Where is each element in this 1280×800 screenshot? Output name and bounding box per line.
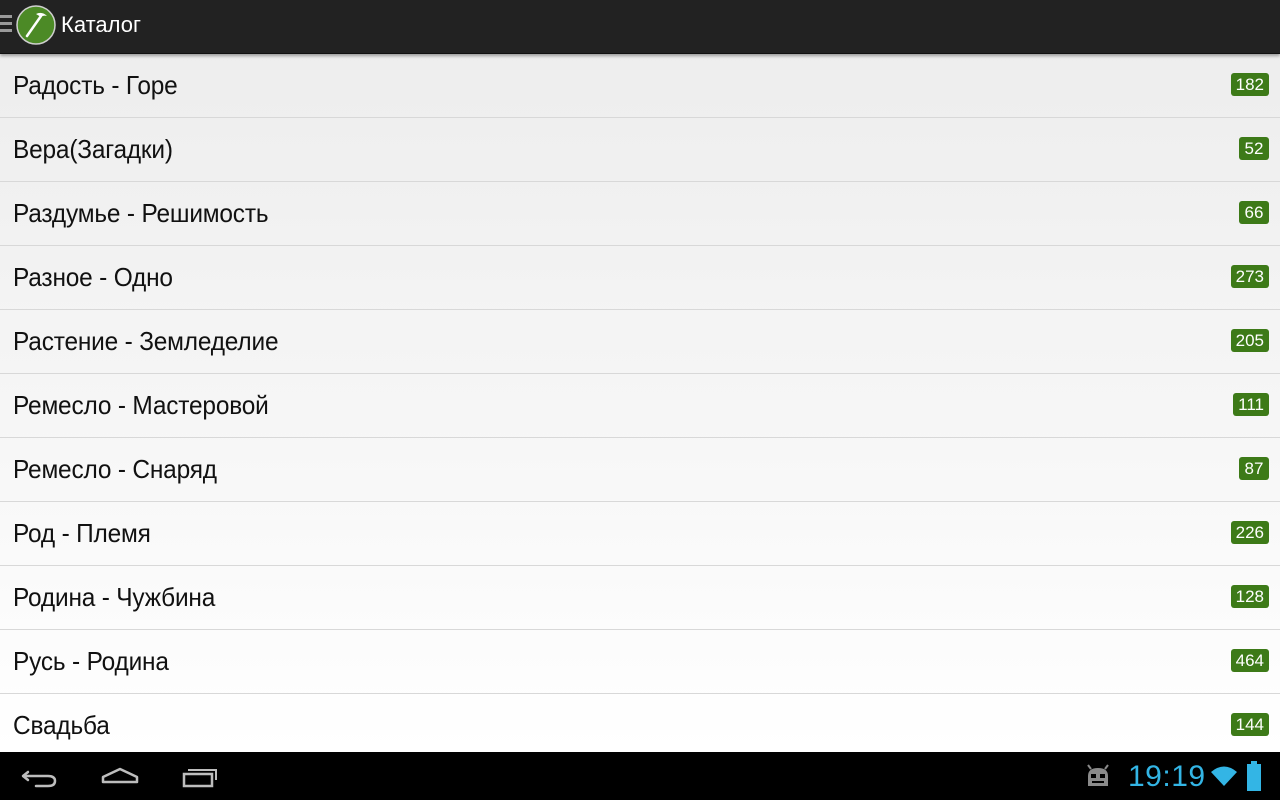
action-bar: Каталог <box>0 0 1280 54</box>
app-logo-icon[interactable] <box>16 5 56 45</box>
count-badge: 111 <box>1233 393 1269 416</box>
list-item[interactable]: Родина - Чужбина 128 <box>0 566 1280 630</box>
list-item-label: Радость - Горе <box>13 70 178 100</box>
list-item[interactable]: Раздумье - Решимость 66 <box>0 182 1280 246</box>
count-badge: 273 <box>1230 265 1269 288</box>
list-item-label: Разное - Одно <box>13 262 173 292</box>
wifi-icon <box>1211 766 1237 786</box>
system-navigation-bar: 19:19 <box>0 752 1280 800</box>
list-item-label: Свадьба <box>13 710 110 740</box>
list-item-label: Русь - Родина <box>13 646 169 676</box>
android-debug-icon <box>1087 764 1109 786</box>
list-item[interactable]: Разное - Одно 273 <box>0 246 1280 310</box>
back-icon[interactable] <box>10 760 70 792</box>
list-item[interactable]: Русь - Родина 464 <box>0 630 1280 694</box>
home-icon[interactable] <box>90 760 150 792</box>
list-item-label: Род - Племя <box>13 518 151 548</box>
list-item-label: Ремесло - Снаряд <box>13 454 217 484</box>
app-window: Каталог Радость - Горе 182 Вера(Загадки) 52… <box>0 0 1280 752</box>
status-clock: 19:19 <box>1128 760 1206 793</box>
count-badge: 182 <box>1230 73 1269 96</box>
list-item[interactable]: Растение - Земледелие 205 <box>0 310 1280 374</box>
drawer-menu-icon[interactable] <box>0 15 14 35</box>
count-badge: 87 <box>1239 457 1269 480</box>
list-item-label: Раздумье - Решимость <box>13 198 269 228</box>
list-item-label: Вера(Загадки) <box>13 134 173 164</box>
list-item[interactable]: Ремесло - Мастеровой 111 <box>0 374 1280 438</box>
list-item-label: Родина - Чужбина <box>13 582 216 612</box>
count-badge: 66 <box>1239 201 1269 224</box>
count-badge: 144 <box>1230 713 1269 736</box>
count-badge: 226 <box>1230 521 1269 544</box>
list-item-label: Растение - Земледелие <box>13 326 279 356</box>
list-item[interactable]: Вера(Загадки) 52 <box>0 118 1280 182</box>
list-item[interactable]: Свадьба 144 <box>0 694 1280 752</box>
app-title: Каталог <box>61 12 141 37</box>
list-item-label: Ремесло - Мастеровой <box>13 390 269 420</box>
count-badge: 52 <box>1239 137 1269 160</box>
count-badge: 205 <box>1230 329 1269 352</box>
recent-apps-icon[interactable] <box>170 760 230 792</box>
count-badge: 464 <box>1230 649 1269 672</box>
list-item[interactable]: Радость - Горе 182 <box>0 54 1280 118</box>
catalog-list: Радость - Горе 182 Вера(Загадки) 52 Раздумье… <box>0 54 1280 752</box>
battery-icon <box>1247 761 1261 791</box>
list-item[interactable]: Ремесло - Снаряд 87 <box>0 438 1280 502</box>
count-badge: 128 <box>1230 585 1269 608</box>
list-item[interactable]: Род - Племя 226 <box>0 502 1280 566</box>
